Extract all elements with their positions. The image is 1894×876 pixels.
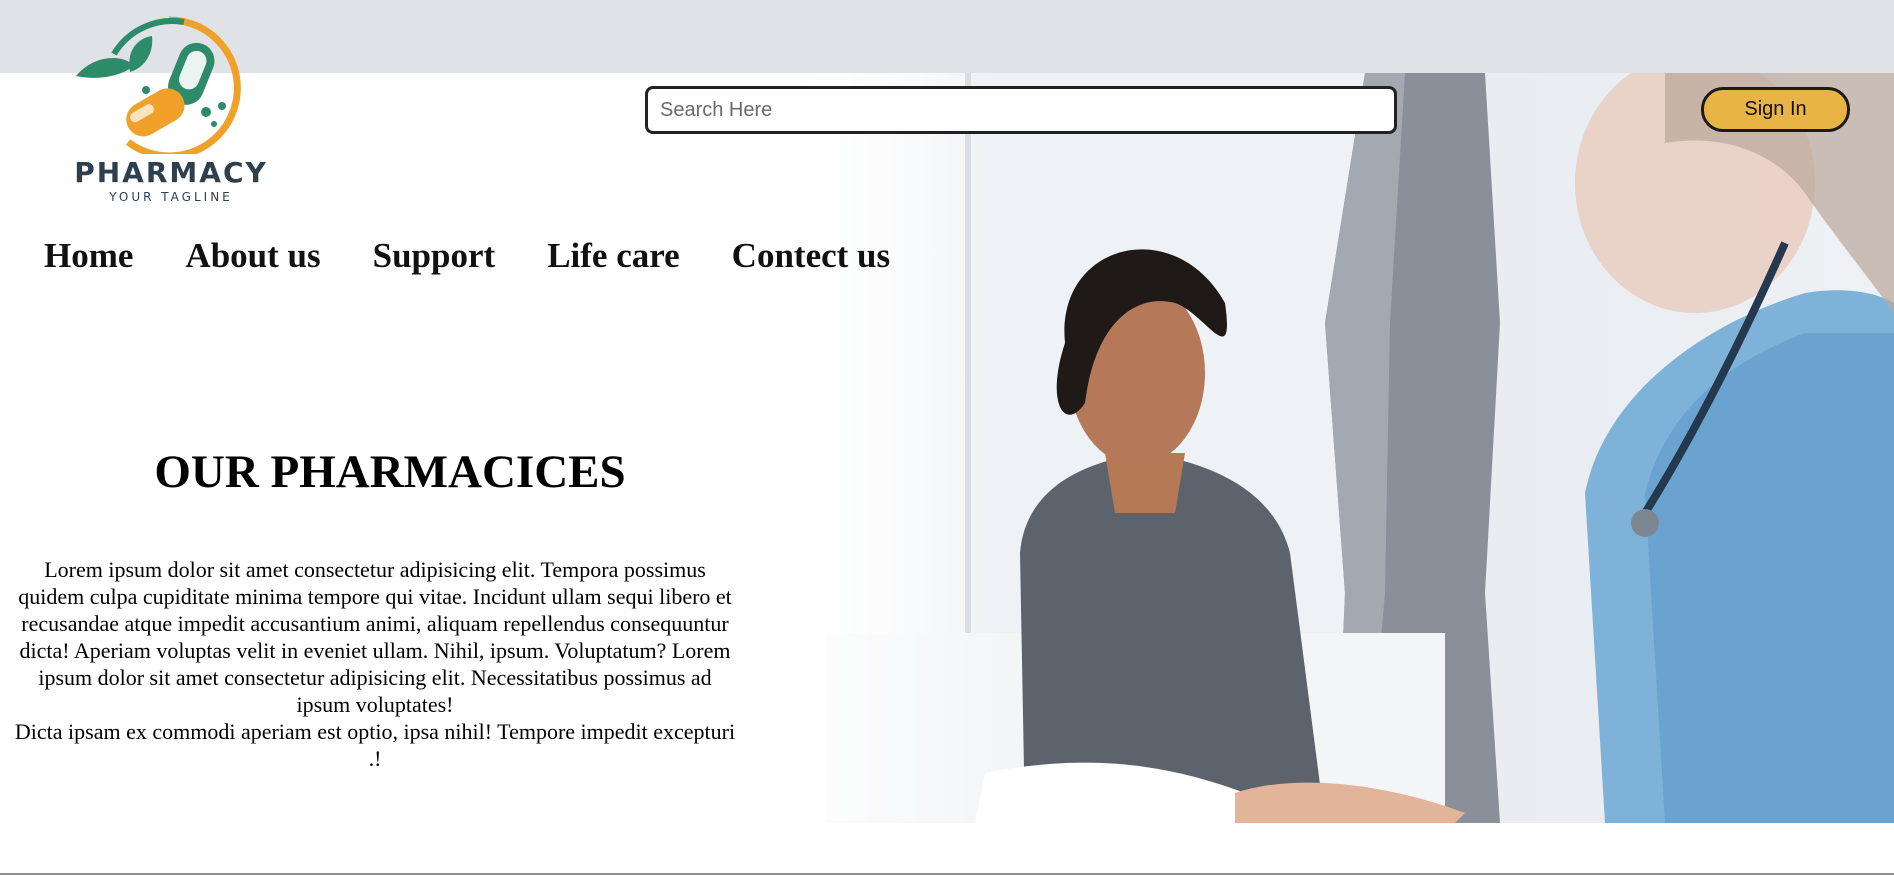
hero-description: Lorem ipsum dolor sit amet consectetur a… [10,556,740,772]
brand-tagline: YOUR TAGLINE [109,190,233,204]
hero-paragraph-1: Lorem ipsum dolor sit amet consectetur a… [18,557,732,717]
nav-contact-us[interactable]: Contect us [732,236,890,276]
capsule-leaf-logo-icon [76,16,241,154]
brand-name: PHARMACY [74,156,268,189]
hero-title: OUR PHARMACICES [154,446,626,498]
nav-home[interactable]: Home [44,236,133,276]
bottom-divider [0,873,1894,875]
main-nav: Home About us Support Life care Contect … [44,236,890,276]
hero-paragraph-2: Dicta ipsam ex commodi aperiam est optio… [14,719,736,771]
nav-support[interactable]: Support [373,236,496,276]
search-input[interactable] [645,86,1397,134]
nav-about-us[interactable]: About us [185,236,320,276]
hero-fade [765,73,1005,823]
top-bar [0,0,1894,73]
pharmacy-logo[interactable]: PHARMACY YOUR TAGLINE [68,14,278,210]
nav-life-care[interactable]: Life care [547,236,679,276]
sign-in-button[interactable]: Sign In [1701,87,1850,132]
